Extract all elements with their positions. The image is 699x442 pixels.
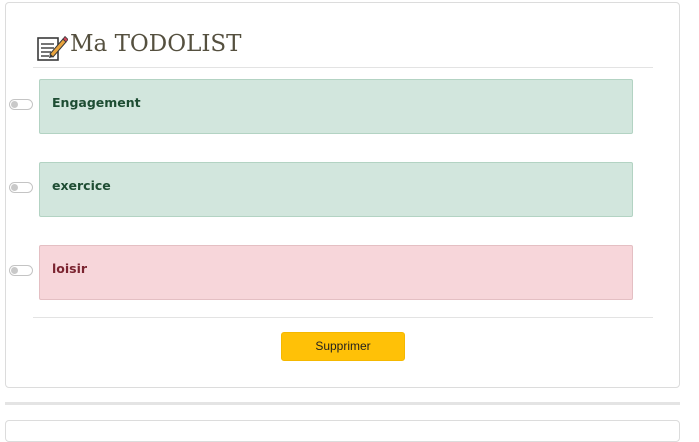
todo-toggle[interactable] <box>9 182 33 193</box>
todo-label: Engagement <box>52 95 141 110</box>
second-card <box>5 420 680 442</box>
todo-card-exercice[interactable]: exercice <box>39 162 633 217</box>
page-title: Ma TODOLIST <box>70 31 242 57</box>
todo-card-loisir[interactable]: loisir <box>39 245 633 300</box>
divider <box>33 317 653 318</box>
todo-item-2: loisir <box>0 245 680 303</box>
todo-label: exercice <box>52 178 111 193</box>
todo-header: Ma TODOLIST <box>33 27 653 68</box>
todo-toggle[interactable] <box>9 99 33 110</box>
todo-item-1: exercice <box>0 162 680 220</box>
memo-pencil-icon <box>36 33 69 61</box>
todo-toggle[interactable] <box>9 265 33 276</box>
todo-item-0: Engagement <box>0 79 680 137</box>
section-divider <box>5 402 680 405</box>
todo-label: loisir <box>52 261 88 276</box>
delete-button[interactable]: Supprimer <box>281 332 405 361</box>
todo-card-engagement[interactable]: Engagement <box>39 79 633 134</box>
